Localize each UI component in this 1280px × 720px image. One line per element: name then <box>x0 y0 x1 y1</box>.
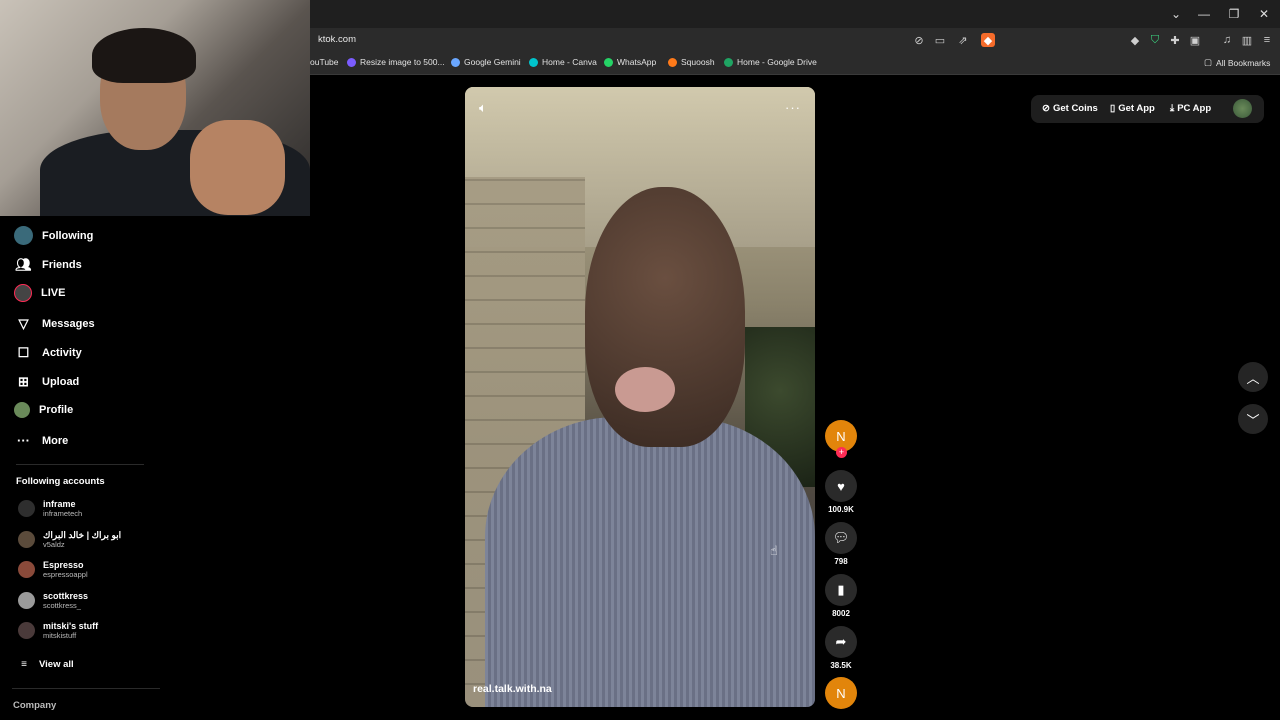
account-item-scottkress[interactable]: scottkress scottkress_ <box>18 591 88 610</box>
account-item-espresso[interactable]: Espresso espressoappl <box>18 560 88 579</box>
video-more-options-icon[interactable]: ··· <box>785 100 801 115</box>
nav-live[interactable]: LIVE <box>14 284 65 302</box>
comment-icon[interactable]: 💬︎ <box>825 522 857 554</box>
screenshot-icon[interactable]: ▣ <box>1188 33 1202 47</box>
gemini-icon <box>451 57 460 67</box>
comment-action[interactable]: 💬︎ 798 <box>825 522 857 566</box>
tab-search-icon[interactable]: ⌄ <box>1161 0 1191 28</box>
music-author-avatar[interactable]: N <box>825 677 857 709</box>
close-window-button[interactable]: ✕ <box>1249 0 1279 28</box>
friends-icon: 👥︎ <box>15 256 32 272</box>
avatar <box>18 592 35 609</box>
resize-image-icon <box>347 57 356 67</box>
minimize-button[interactable]: — <box>1189 0 1219 28</box>
nav-profile[interactable]: Profile <box>14 402 73 418</box>
webcam-overlay <box>0 0 310 216</box>
avatar <box>18 622 35 639</box>
sidebar-toggle-icon[interactable]: ▥ <box>1240 33 1254 47</box>
media-icon[interactable]: ♫ <box>1220 33 1234 47</box>
avatar <box>18 500 35 517</box>
account-item-mitskistuff[interactable]: mitski's stuff mitskistuff <box>18 621 98 640</box>
live-icon <box>14 284 32 302</box>
share-action[interactable]: ➦ 38.5K <box>825 626 857 670</box>
sidebar-divider-bottom <box>12 688 160 689</box>
get-coins-button[interactable]: ⊘ Get Coins <box>1042 103 1098 114</box>
restore-button[interactable]: ❐ <box>1219 0 1249 28</box>
nav-upload[interactable]: ⊞ Upload <box>14 372 79 391</box>
company-link[interactable]: Company <box>13 700 56 711</box>
follow-plus-icon[interactable]: + <box>836 447 847 458</box>
share-icon[interactable]: ⇗ <box>956 33 970 47</box>
bookmark-google-drive[interactable]: Home - Google Drive <box>724 57 817 67</box>
previous-video-button[interactable]: ︿ <box>1238 362 1268 392</box>
coin-icon: ⊘ <box>1042 103 1050 114</box>
nav-friends[interactable]: 👥︎ Friends <box>14 255 82 274</box>
profile-avatar-icon <box>14 402 30 418</box>
like-action[interactable]: ♥ 100.9K <box>825 470 857 514</box>
vpn-shield-icon[interactable]: ⛉ <box>1148 33 1162 47</box>
bookmark-icon[interactable]: ▮ <box>825 574 857 606</box>
nav-more[interactable]: ··· More <box>14 431 68 450</box>
chevron-down-icon: ﹀ <box>1246 412 1260 428</box>
save-action[interactable]: ▮ 8002 <box>825 574 857 618</box>
bookmark-youtube[interactable]: ouTube <box>310 57 339 67</box>
account-item-inframe[interactable]: inframe inframetech <box>18 499 82 518</box>
bookmark-squoosh[interactable]: Squoosh <box>668 57 715 67</box>
get-app-button[interactable]: ▯ Get App <box>1110 103 1155 114</box>
extensions-puzzle-icon[interactable]: ✚ <box>1168 33 1182 47</box>
squoosh-icon <box>668 57 677 67</box>
video-person-shirt <box>485 417 815 707</box>
avatar <box>18 531 35 548</box>
extension-diamond-icon[interactable]: ◆ <box>1128 33 1142 47</box>
video-player[interactable] <box>465 87 815 707</box>
share-arrow-icon[interactable]: ➦ <box>825 626 857 658</box>
volume-icon[interactable]: 🔈︎ <box>479 100 487 116</box>
cast-icon[interactable]: ▭ <box>933 33 947 47</box>
heart-icon[interactable]: ♥ <box>825 470 857 502</box>
chevron-up-icon: ︿ <box>1246 370 1260 386</box>
list-icon: ≡ <box>21 659 27 670</box>
sidebar-divider <box>16 464 144 465</box>
canva-icon <box>529 57 538 67</box>
video-person-head <box>585 187 745 447</box>
phone-icon: ▯ <box>1110 103 1116 114</box>
account-item-v5aldz[interactable]: ابو براك | خالد البراك v5aldz <box>18 530 121 549</box>
more-icon: ··· <box>17 433 30 448</box>
activity-icon: ☐ <box>17 344 30 360</box>
nav-messages[interactable]: ▽ Messages <box>14 314 95 333</box>
download-icon: ⤓ <box>1170 103 1175 114</box>
user-avatar[interactable] <box>1233 99 1252 118</box>
bookmark-whatsapp[interactable]: WhatsApp <box>604 57 656 67</box>
avatar <box>18 561 35 578</box>
menu-icon[interactable]: ≡ <box>1260 33 1274 47</box>
next-video-button[interactable]: ﹀ <box>1238 404 1268 434</box>
video-person-mouth <box>615 367 675 412</box>
translate-off-icon[interactable]: ⊘ <box>912 33 926 47</box>
nav-activity[interactable]: ☐ Activity <box>14 343 82 362</box>
webcam-person-hair <box>92 28 196 83</box>
messages-icon: ▽ <box>18 315 29 331</box>
nav-following[interactable]: Following <box>14 226 93 245</box>
url-field[interactable]: ktok.com <box>318 34 356 45</box>
following-avatar-icon <box>14 226 33 245</box>
bookmark-canva[interactable]: Home - Canva <box>529 57 597 67</box>
webcam-person-hand <box>190 120 285 215</box>
video-username[interactable]: real.talk.with.na <box>473 683 552 695</box>
following-accounts-title: Following accounts <box>16 476 105 487</box>
brave-shield-icon[interactable]: ◆ <box>981 33 995 47</box>
view-all-link[interactable]: ≡ View all <box>18 655 74 674</box>
hand-cursor-icon: ☝︎ <box>770 543 778 558</box>
upload-icon: ⊞ <box>18 373 29 389</box>
folder-icon: ▢ <box>1204 57 1213 67</box>
bookmark-google-gemini[interactable]: Google Gemini <box>451 57 521 67</box>
pc-app-button[interactable]: ⤓ PC App <box>1170 103 1211 114</box>
google-drive-icon <box>724 57 733 67</box>
whatsapp-icon <box>604 57 613 67</box>
all-bookmarks[interactable]: ▢ All Bookmarks <box>1204 57 1270 68</box>
bookmark-resize-image[interactable]: Resize image to 500... <box>347 57 445 67</box>
